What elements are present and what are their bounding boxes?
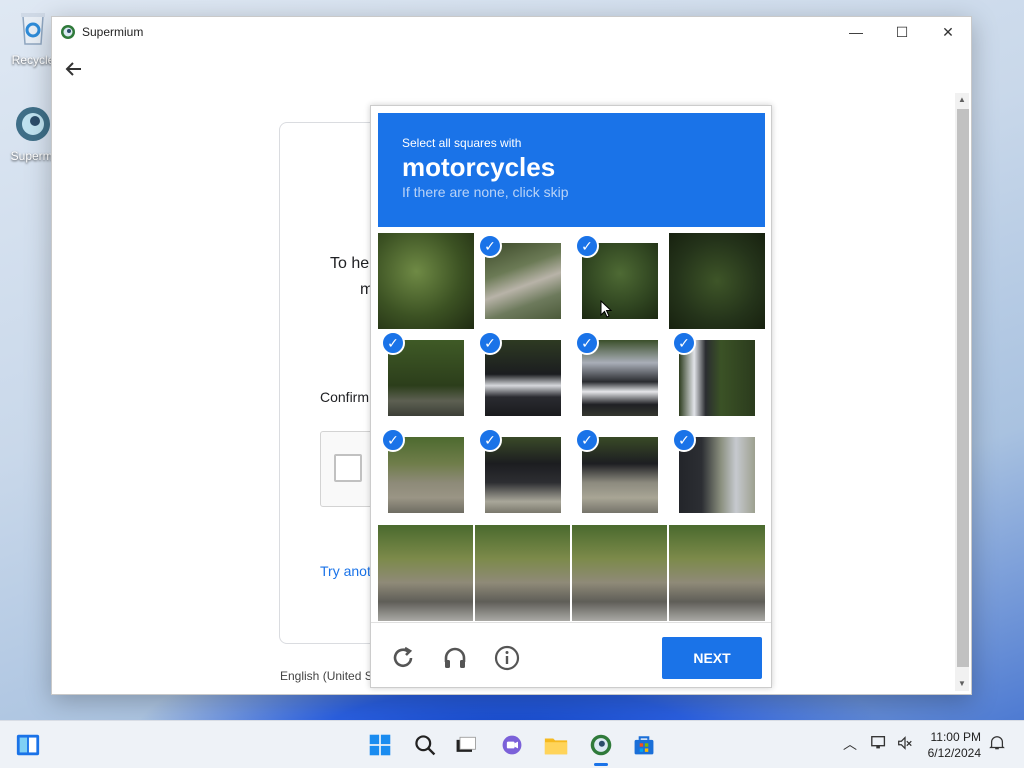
recycle-bin-icon [21,13,45,45]
clock-time: 11:00 PM [930,730,981,744]
search-icon[interactable] [411,731,439,759]
selected-check-icon: ✓ [672,428,696,452]
selected-check-icon: ✓ [381,331,405,355]
selected-check-icon: ✓ [575,234,599,258]
widgets-icon[interactable] [14,731,42,759]
volume-muted-icon[interactable] [896,734,914,755]
recaptcha-checkbox[interactable] [334,454,362,482]
captcha-banner: Select all squares with motorcycles If t… [378,113,765,227]
task-view-icon[interactable] [452,731,480,759]
show-hidden-icons-chevron-icon[interactable]: ︿ [843,734,857,754]
tile-image [669,233,765,329]
reload-icon[interactable] [389,644,417,672]
supermium-icon[interactable] [587,731,615,759]
tile-image [378,233,474,329]
title-bar[interactable]: Supermium — ☐ ✕ [52,17,971,47]
page-scrollbar[interactable]: ▲ ▼ [955,93,969,691]
selected-check-icon: ✓ [478,331,502,355]
system-clock[interactable]: 11:00 PM 6/12/2024 [928,729,981,761]
selected-check-icon: ✓ [381,428,405,452]
taskbar: ︿ 11:00 PM 6/12/2024 [0,720,1024,768]
confirm-label: Confirm [320,389,370,405]
mouse-cursor-icon [600,300,612,318]
next-button[interactable]: NEXT [662,637,762,679]
captcha-tile[interactable] [669,233,765,329]
nav-bar [52,47,971,91]
supermium-icon [61,25,75,39]
close-button[interactable]: ✕ [925,17,971,47]
back-arrow-icon[interactable] [64,59,84,79]
captcha-tile-row[interactable] [378,525,765,621]
tile-divider [667,525,669,621]
selected-check-icon: ✓ [575,331,599,355]
captcha-hint: If there are none, click skip [402,184,569,200]
chat-icon[interactable] [498,731,526,759]
store-icon[interactable] [630,731,658,759]
tile-divider [473,525,475,621]
window-title: Supermium [82,25,144,39]
minimize-button[interactable]: — [833,17,879,47]
try-another-link[interactable]: Try anot [320,563,371,579]
scrollbar-thumb[interactable] [957,109,969,667]
scroll-down-icon[interactable]: ▼ [955,677,969,691]
supermium-icon [16,107,50,141]
maximize-button[interactable]: ☐ [879,17,925,47]
captcha-challenge: Select all squares with motorcycles If t… [370,105,772,688]
notifications-icon[interactable] [988,734,1006,755]
captcha-instruction: Select all squares with [402,136,522,150]
selected-check-icon: ✓ [672,331,696,355]
start-icon[interactable] [366,731,394,759]
selected-check-icon: ✓ [478,428,502,452]
file-explorer-icon[interactable] [542,731,570,759]
audio-icon[interactable] [441,644,469,672]
captcha-footer-divider [371,622,771,623]
captcha-target: motorcycles [402,152,556,182]
selected-check-icon: ✓ [478,234,502,258]
network-icon[interactable] [870,734,888,755]
info-icon[interactable] [493,644,521,672]
captcha-tools [389,644,521,672]
language-selector[interactable]: English (United S [280,669,373,683]
scroll-up-icon[interactable]: ▲ [955,93,969,107]
clock-date: 6/12/2024 [927,746,981,760]
captcha-tile[interactable] [378,233,474,329]
active-app-indicator [594,763,608,766]
tile-divider [570,525,572,621]
selected-check-icon: ✓ [575,428,599,452]
